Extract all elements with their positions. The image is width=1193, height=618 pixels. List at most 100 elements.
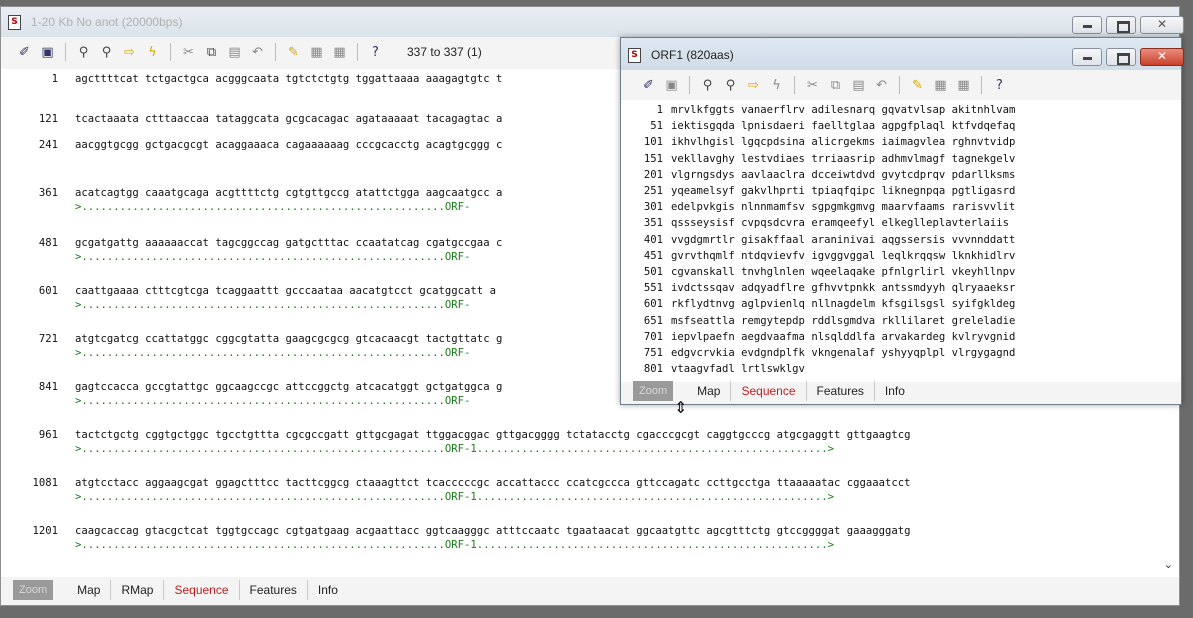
orf-annotation-line[interactable]: >.......................................…	[75, 443, 834, 455]
protein-sequence-text: qssseysisf cvpqsdcvra eramqeefyl elkegll…	[671, 217, 1010, 230]
orf-annotation-line[interactable]: >.......................................…	[75, 251, 470, 263]
scroll-down-icon[interactable]: ⌄	[1164, 558, 1173, 571]
goto-icon[interactable]: ⇨	[120, 43, 139, 62]
orf-annotation-line[interactable]: >.......................................…	[75, 347, 470, 359]
cut-icon[interactable]: ✂	[803, 76, 822, 95]
tab-info[interactable]: Info	[308, 580, 348, 600]
row-position-number: 361	[38, 187, 58, 199]
edit-icon[interactable]: ▦	[931, 76, 950, 95]
tab-features[interactable]: Features	[240, 580, 308, 600]
dna-sequence-text: acatcagtgg caaatgcaga acgttttctg cgtgttg…	[75, 187, 503, 199]
orf-window-controls	[1072, 48, 1184, 66]
tab-rmap[interactable]: RMap	[111, 580, 165, 600]
orf-window: S ORF1 (820aas) ✐ ▣ ⚲ ⚲ ⇨ ϟ ✂ ⧉ ▤ ↶ ✎ ▦ …	[620, 37, 1184, 405]
toolbar-separator	[689, 76, 690, 94]
protein-sequence-text: ivdctssqav adqyadflre gfhvvtpnkk antssmd…	[671, 282, 1016, 295]
aa-position-number: 501	[643, 266, 663, 278]
tab-zoom[interactable]: Zoom	[633, 381, 674, 401]
protein-sequence-text: iepvlpaefn aegdvaafma nlsqlddlfa arvakar…	[671, 330, 1016, 343]
copy-icon[interactable]: ⧉	[202, 43, 221, 62]
pencil-icon[interactable]: ✎	[908, 76, 927, 95]
row-position-number: 481	[38, 237, 58, 249]
help-icon[interactable]: ?	[366, 43, 385, 62]
pointer-icon[interactable]: ✐	[15, 43, 34, 62]
protein-sequence-view[interactable]: 1 mrvlkfggts vanaerflrv adilesnarq gqvatv…	[621, 100, 1181, 382]
dna-sequence-text: atgtcgatcg ccattatggc cggcgtatta gaagcgc…	[75, 333, 503, 345]
undo-icon[interactable]: ↶	[872, 76, 891, 95]
aa-position-number: 401	[643, 233, 663, 246]
toolbar-separator	[275, 43, 276, 61]
pencil-icon[interactable]: ✎	[284, 43, 303, 62]
protein-sequence-text: edelpvkgis nlnnmamfsv sgpgmkgmvg maarvfa…	[671, 201, 1016, 214]
tab-sequence[interactable]: Sequence	[164, 580, 240, 600]
row-position-number: 841	[38, 381, 58, 393]
orf-window-title: ORF1 (820aas)	[651, 48, 734, 62]
main-titlebar[interactable]: S 1-20 Kb No anot (20000bps)	[1, 7, 1184, 37]
copy-icon[interactable]: ⧉	[826, 76, 845, 95]
dna-sequence-text: atgtcctacc aggaagcgat ggagctttcc tacttcg…	[75, 477, 911, 489]
help-icon[interactable]: ?	[990, 76, 1009, 95]
aa-position-number: 551	[643, 282, 663, 295]
tab-zoom[interactable]: Zoom	[13, 580, 54, 600]
row-position-number: 721	[38, 333, 58, 345]
minimize-button[interactable]	[1072, 48, 1102, 66]
protein-sequence-text: ikhvlhgisl lgqcpdsina alicrgekms iaimagv…	[671, 136, 1016, 149]
orf-annotation-line[interactable]: >.......................................…	[75, 395, 470, 407]
toolbar-separator	[899, 76, 900, 94]
paste-icon[interactable]: ▤	[225, 43, 244, 62]
new-window-icon[interactable]: ▣	[38, 43, 57, 62]
protein-sequence-text: cgvanskall tnvhglnlen wqeelaqake pfnlgrl…	[671, 266, 1016, 278]
row-position-number: 1	[51, 73, 58, 85]
protein-sequence-text: vekllavghy lestvdiaes trriaasrip adhmvlm…	[671, 152, 1016, 165]
tab-features[interactable]: Features	[807, 381, 875, 401]
aa-position-number: 601	[643, 298, 663, 311]
toolbar-separator	[65, 43, 66, 61]
orf-annotation-line[interactable]: >.......................................…	[75, 539, 834, 551]
find-next-icon[interactable]: ⚲	[97, 43, 116, 62]
protein-sequence-text: vtaagvfadl lrtlswklgv	[671, 363, 805, 376]
toolbar-separator	[794, 76, 795, 94]
goto-icon[interactable]: ⇨	[744, 76, 763, 95]
dna-sequence-text: agcttttcat tctgactgca acgggcaata tgtctct…	[75, 73, 503, 85]
tab-sequence[interactable]: Sequence	[731, 381, 807, 401]
find-icon[interactable]: ⚲	[74, 43, 93, 62]
main-view-tabs: Zoom Map RMap Sequence Features Info	[13, 579, 348, 601]
aa-position-number: 351	[643, 217, 663, 230]
tab-map[interactable]: Map	[687, 381, 732, 401]
maximize-button[interactable]	[1106, 16, 1136, 34]
orf-annotation-line[interactable]: >.......................................…	[75, 491, 834, 503]
tab-map[interactable]: Map	[67, 580, 112, 600]
find-icon[interactable]: ⚲	[698, 76, 717, 95]
new-window-icon[interactable]: ▣	[662, 76, 681, 95]
protein-sequence-text: rkflydtnvg aglpvienlq nllnagdelm kfsgils…	[671, 298, 1016, 311]
edit2-icon[interactable]: ▦	[954, 76, 973, 95]
close-button[interactable]	[1140, 48, 1184, 66]
edit-icon[interactable]: ▦	[307, 43, 326, 62]
app-icon: S	[628, 48, 641, 63]
tab-info[interactable]: Info	[875, 381, 915, 401]
orf-titlebar[interactable]: S ORF1 (820aas)	[621, 38, 1184, 70]
minimize-button[interactable]	[1072, 16, 1102, 34]
main-window-controls	[1072, 16, 1184, 34]
cut-icon[interactable]: ✂	[179, 43, 198, 62]
undo-icon[interactable]: ↶	[248, 43, 267, 62]
close-button[interactable]	[1140, 16, 1184, 34]
aa-position-number: 751	[643, 347, 663, 359]
lightning-icon[interactable]: ϟ	[143, 43, 162, 62]
maximize-button[interactable]	[1106, 48, 1136, 66]
edit2-icon[interactable]: ▦	[330, 43, 349, 62]
aa-position-number: 701	[643, 330, 663, 343]
orf-annotation-line[interactable]: >.......................................…	[75, 201, 470, 213]
dna-sequence-text: tactctgctg cggtgctggc tgcctgttta cgcgccg…	[75, 429, 911, 441]
paste-icon[interactable]: ▤	[849, 76, 868, 95]
toolbar-separator	[357, 43, 358, 61]
pointer-icon[interactable]: ✐	[639, 76, 658, 95]
dna-sequence-text: aacggtgcgg gctgacgcgt acaggaaaca cagaaaa…	[75, 139, 503, 151]
dna-sequence-text: gcgatgattg aaaaaaccat tagcggccag gatgctt…	[75, 237, 503, 249]
lightning-icon[interactable]: ϟ	[767, 76, 786, 95]
orf-annotation-line[interactable]: >.......................................…	[75, 299, 470, 311]
row-position-number: 241	[38, 139, 58, 151]
aa-position-number: 251	[643, 185, 663, 197]
find-next-icon[interactable]: ⚲	[721, 76, 740, 95]
row-position-number: 121	[38, 113, 58, 125]
